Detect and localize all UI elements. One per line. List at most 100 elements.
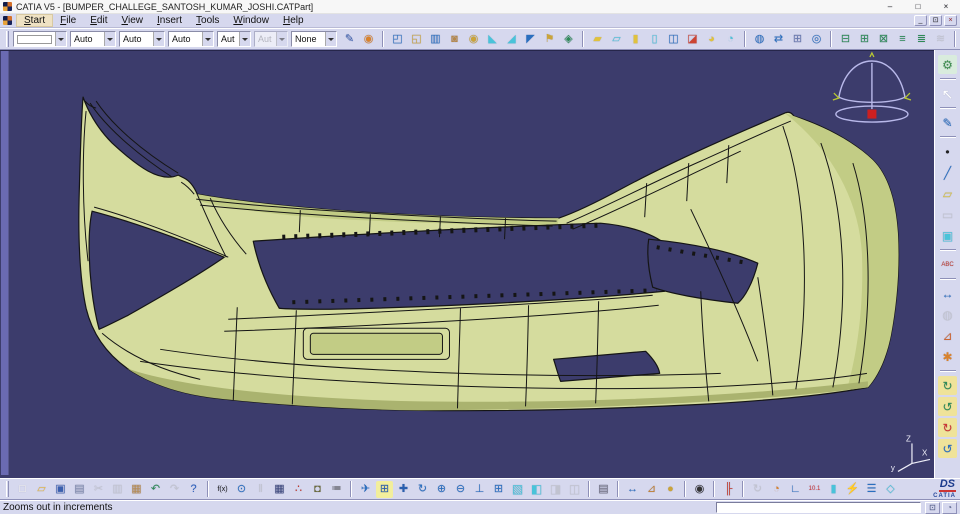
multi-view-icon[interactable]: ⊞ [490, 481, 507, 498]
measure-icon[interactable]: ↔ [938, 284, 957, 303]
tree-scrollbar[interactable] [1, 51, 9, 475]
layer-combo[interactable] [13, 31, 67, 47]
iso-view-icon[interactable]: ▧ [509, 481, 526, 498]
sections-icon[interactable]: ☰ [863, 481, 880, 498]
undo-icon[interactable]: ↶ [147, 481, 164, 498]
normal-view-icon[interactable]: ⊥ [471, 481, 488, 498]
offset-constraint-icon[interactable]: ≣ [913, 31, 930, 48]
mdi-minimize-button[interactable]: _ [914, 15, 927, 26]
catalog-browser-icon[interactable]: ↻ [938, 376, 957, 395]
whats-this-icon[interactable]: ? [185, 481, 202, 498]
groove-icon[interactable]: ▯ [646, 31, 663, 48]
painter-icon[interactable]: ✎ [341, 31, 358, 48]
workbench-icon[interactable]: ⚙ [938, 55, 957, 74]
thick-surface-icon[interactable]: ◈ [560, 31, 577, 48]
catalog-instantiate-icon[interactable]: ↺ [938, 439, 957, 458]
color-combo[interactable]: Auto [70, 31, 116, 47]
light-source-icon[interactable]: ◎ [808, 31, 825, 48]
render-style-icon[interactable]: ◧ [528, 481, 545, 498]
rotate-body-icon[interactable]: ◙ [446, 31, 463, 48]
pad-icon[interactable]: ▰ [589, 31, 606, 48]
translate-icon[interactable]: ▥ [427, 31, 444, 48]
3d-viewport[interactable]: Z X y [0, 50, 934, 478]
mean-dimensions-icon[interactable]: 10.1 [806, 481, 823, 498]
linetype-combo[interactable]: Auto [119, 31, 165, 47]
symmetry-icon[interactable]: ◉ [465, 31, 482, 48]
design-table-icon[interactable]: ▦ [271, 481, 288, 498]
formula-icon[interactable]: f(x) [214, 481, 231, 498]
fly-mode-icon[interactable]: ✈ [357, 481, 374, 498]
fit-all-in-icon[interactable]: ⊞ [376, 480, 393, 498]
catalog-update-icon[interactable]: ↺ [938, 397, 957, 416]
zoom-out-icon[interactable]: ⊖ [452, 481, 469, 498]
scroll-up-icon[interactable] [2, 54, 8, 60]
open-icon[interactable]: ▱ [33, 481, 50, 498]
slot-icon[interactable]: ◕ [703, 31, 720, 48]
rotate-icon[interactable]: ↻ [414, 481, 431, 498]
comment-icon[interactable]: ⊙ [233, 481, 250, 498]
menu-insert[interactable]: Insert [150, 14, 189, 27]
new-document-icon[interactable]: □ [14, 481, 31, 498]
fix-constraint-icon[interactable]: ⊠ [875, 31, 892, 48]
work-grid-icon[interactable]: ⊞ [789, 31, 806, 48]
paste-icon[interactable]: ▦ [128, 481, 145, 498]
insert-body-icon[interactable]: ◱ [408, 31, 425, 48]
save-icon[interactable]: ▣ [52, 481, 69, 498]
menu-start[interactable]: Start [16, 14, 54, 27]
power-input[interactable] [716, 502, 921, 513]
command-history-button[interactable]: ⊡ [925, 501, 940, 514]
compass[interactable] [832, 51, 912, 123]
mdi-close-button[interactable]: × [944, 15, 957, 26]
menu-window[interactable]: Window [226, 14, 276, 27]
menu-help[interactable]: Help [276, 14, 311, 27]
thickness-combo[interactable]: Auto [168, 31, 214, 47]
line-icon[interactable]: ╱ [938, 163, 957, 182]
rib-icon[interactable]: ◪ [684, 31, 701, 48]
measure-item-icon[interactable]: ⊿ [643, 481, 660, 498]
axis-system-icon[interactable]: ∟ [787, 481, 804, 498]
compass-origin[interactable] [867, 109, 877, 119]
catalyst-icon[interactable]: ⚡ [844, 481, 861, 498]
menu-view[interactable]: View [114, 14, 150, 27]
mdi-restore-button[interactable]: ⊡ [929, 15, 942, 26]
sketcher-icon[interactable]: ✎ [938, 113, 957, 132]
capture-icon[interactable]: ◉ [691, 481, 708, 498]
flag-note-icon[interactable]: ⚑ [541, 31, 558, 48]
point-icon[interactable]: • [938, 142, 957, 161]
plane-icon[interactable]: ▱ [938, 184, 957, 203]
graphic-properties-icon[interactable]: ✱ [938, 347, 957, 366]
render-tools-icon[interactable]: ▤ [595, 481, 612, 498]
split-icon[interactable]: ⇄ [770, 31, 787, 48]
toolbar-grip[interactable] [6, 31, 9, 47]
only-current-body-icon[interactable]: ▮ [825, 481, 842, 498]
scroll-down-icon[interactable] [2, 466, 8, 472]
lock-icon[interactable]: ◘ [309, 481, 326, 498]
check-icon[interactable]: ≔ [328, 481, 345, 498]
hole-icon[interactable]: ◫ [665, 31, 682, 48]
measure-item-icon[interactable]: ⊿ [938, 326, 957, 345]
coincidence-icon[interactable]: ≡ [894, 31, 911, 48]
select-icon[interactable]: ↖ [938, 84, 957, 103]
constraint-icon[interactable]: ⊟ [837, 31, 854, 48]
stiffener-icon[interactable]: ◔ [722, 31, 739, 48]
menu-file[interactable]: File [53, 14, 83, 27]
measure-inertia-icon[interactable]: ● [662, 481, 679, 498]
print-icon[interactable]: ▤ [71, 481, 88, 498]
ruler-icon[interactable]: ╟ [720, 481, 737, 498]
mirror-icon[interactable]: ◢ [503, 31, 520, 48]
zoom-in-icon[interactable]: ⊕ [433, 481, 450, 498]
pan-icon[interactable]: ✚ [395, 481, 412, 498]
open-body-icon[interactable]: ◰ [389, 31, 406, 48]
measure-between-icon[interactable]: ↔ [624, 481, 641, 498]
bumper-model[interactable] [78, 96, 900, 412]
pocket-icon[interactable]: ▱ [608, 31, 625, 48]
sew-surface-icon[interactable]: ◍ [751, 31, 768, 48]
contact-constraint-icon[interactable]: ⊞ [856, 31, 873, 48]
bounding-box-icon[interactable]: ▣ [938, 226, 957, 245]
menu-tools[interactable]: Tools [189, 14, 226, 27]
pattern-icon[interactable]: ◤ [522, 31, 539, 48]
layer-filter-combo[interactable]: None [291, 31, 337, 47]
minimize-button[interactable]: – [876, 0, 904, 14]
power-input-button[interactable]: ◔ [942, 501, 957, 514]
graphic-wizard-icon[interactable]: ◉ [360, 31, 377, 48]
